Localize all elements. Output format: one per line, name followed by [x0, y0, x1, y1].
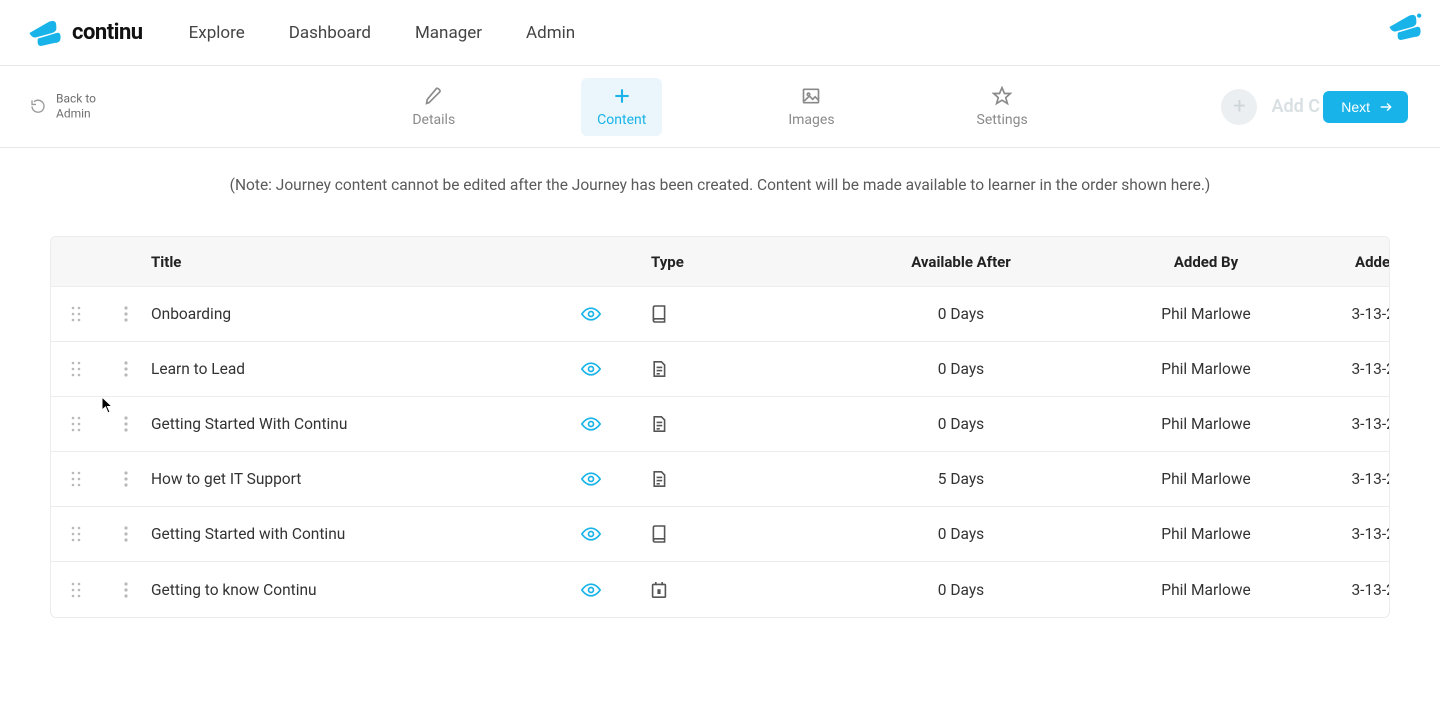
back-label: Back to Admin: [56, 91, 96, 122]
row-title: Getting to know Continu: [151, 581, 581, 599]
row-added-by: Phil Marlowe: [1101, 581, 1311, 599]
row-added-by: Phil Marlowe: [1101, 470, 1311, 488]
arrow-right-icon: [1378, 100, 1394, 114]
table-row: Learn to Lead 0 DaysPhil Marlowe3-13-2023: [51, 342, 1389, 397]
row-menu-icon[interactable]: [101, 582, 151, 598]
preview-icon[interactable]: [581, 307, 651, 321]
row-menu-icon[interactable]: [101, 416, 151, 432]
journey-note: (Note: Journey content cannot be edited …: [50, 176, 1390, 194]
drag-handle-icon[interactable]: [51, 582, 101, 598]
row-title: Learn to Lead: [151, 360, 581, 378]
type-icon: [651, 415, 821, 433]
row-title: Getting Started With Continu: [151, 415, 581, 433]
preview-icon[interactable]: [581, 472, 651, 486]
tab-content[interactable]: Content: [581, 78, 662, 136]
tab-images[interactable]: Images: [772, 78, 850, 136]
row-available: 0 Days: [821, 415, 1101, 433]
row-menu-icon[interactable]: [101, 471, 151, 487]
star-icon: [992, 86, 1012, 106]
add-content-ghost: + Add C: [1221, 89, 1320, 125]
top-nav: continu Explore Dashboard Manager Admin: [0, 0, 1440, 66]
row-title: How to get IT Support: [151, 470, 581, 488]
preview-icon[interactable]: [581, 417, 651, 431]
row-menu-icon[interactable]: [101, 526, 151, 542]
image-icon: [801, 86, 821, 106]
undo-icon: [30, 99, 46, 115]
row-added-by: Phil Marlowe: [1101, 305, 1311, 323]
table-row: Getting Started With Continu 0 DaysPhil M…: [51, 397, 1389, 452]
next-label: Next: [1341, 99, 1370, 115]
preview-icon[interactable]: [581, 583, 651, 597]
primary-nav: Explore Dashboard Manager Admin: [189, 23, 575, 43]
nav-manager[interactable]: Manager: [415, 23, 482, 43]
type-icon: [651, 525, 821, 543]
col-added-by: Added By: [1101, 253, 1311, 271]
drag-handle-icon[interactable]: [51, 526, 101, 542]
brand-badge-icon[interactable]: [1388, 12, 1422, 42]
preview-icon[interactable]: [581, 527, 651, 541]
tab-settings-label: Settings: [977, 112, 1028, 128]
col-available: Available After: [821, 253, 1101, 271]
table-row: Onboarding 0 DaysPhil Marlowe3-13-2023: [51, 287, 1389, 342]
row-available: 0 Days: [821, 360, 1101, 378]
row-added-by: Phil Marlowe: [1101, 360, 1311, 378]
col-title: Title: [151, 253, 581, 271]
row-available: 0 Days: [821, 525, 1101, 543]
brand-name: continu: [72, 20, 143, 45]
type-icon: [651, 470, 821, 488]
row-available: 0 Days: [821, 581, 1101, 599]
brand-logo[interactable]: continu: [28, 18, 143, 48]
drag-handle-icon[interactable]: [51, 361, 101, 377]
nav-admin[interactable]: Admin: [526, 23, 575, 43]
type-icon: [651, 305, 821, 323]
table-row: How to get IT Support 5 DaysPhil Marlowe3…: [51, 452, 1389, 507]
row-available: 5 Days: [821, 470, 1101, 488]
row-menu-icon[interactable]: [101, 306, 151, 322]
nav-explore[interactable]: Explore: [189, 23, 245, 43]
pencil-icon: [424, 86, 444, 106]
row-title: Onboarding: [151, 305, 581, 323]
row-added-on: 3-13-2023: [1311, 581, 1390, 599]
preview-icon[interactable]: [581, 362, 651, 376]
row-menu-icon[interactable]: [101, 361, 151, 377]
col-added-on: Added On: [1311, 253, 1390, 271]
add-label: Add C: [1271, 96, 1320, 117]
drag-handle-icon[interactable]: [51, 416, 101, 432]
type-icon: [651, 581, 821, 599]
row-added-on: 3-13-2023: [1311, 470, 1390, 488]
plus-icon: [612, 86, 632, 106]
col-type: Type: [651, 253, 821, 271]
table-row: Getting Started with Continu 0 DaysPhil M…: [51, 507, 1389, 562]
tab-content-label: Content: [597, 112, 646, 128]
drag-handle-icon[interactable]: [51, 471, 101, 487]
tab-settings[interactable]: Settings: [961, 78, 1044, 136]
row-added-by: Phil Marlowe: [1101, 415, 1311, 433]
step-bar: Back to Admin Details Content Images Set…: [0, 66, 1440, 148]
step-tabs: Details Content Images Settings: [396, 78, 1043, 136]
next-button[interactable]: Next: [1323, 91, 1408, 123]
tab-details-label: Details: [412, 112, 455, 128]
table-header: Title Type Available After Added By Adde…: [51, 237, 1389, 287]
back-to-admin[interactable]: Back to Admin: [30, 91, 96, 122]
row-added-on: 3-13-2023: [1311, 415, 1390, 433]
tab-details[interactable]: Details: [396, 78, 471, 136]
row-title: Getting Started with Continu: [151, 525, 581, 543]
type-icon: [651, 360, 821, 378]
content-table: Title Type Available After Added By Adde…: [50, 236, 1390, 618]
brand-logo-mark-icon: [28, 18, 62, 48]
tab-images-label: Images: [788, 112, 834, 128]
row-added-on: 3-13-2023: [1311, 525, 1390, 543]
main-area: (Note: Journey content cannot be edited …: [0, 148, 1440, 618]
table-row: Getting to know Continu 0 DaysPhil Marlow…: [51, 562, 1389, 617]
nav-dashboard[interactable]: Dashboard: [289, 23, 371, 43]
row-available: 0 Days: [821, 305, 1101, 323]
plus-circle-icon: +: [1221, 89, 1257, 125]
row-added-by: Phil Marlowe: [1101, 525, 1311, 543]
drag-handle-icon[interactable]: [51, 306, 101, 322]
row-added-on: 3-13-2023: [1311, 360, 1390, 378]
row-added-on: 3-13-2023: [1311, 305, 1390, 323]
